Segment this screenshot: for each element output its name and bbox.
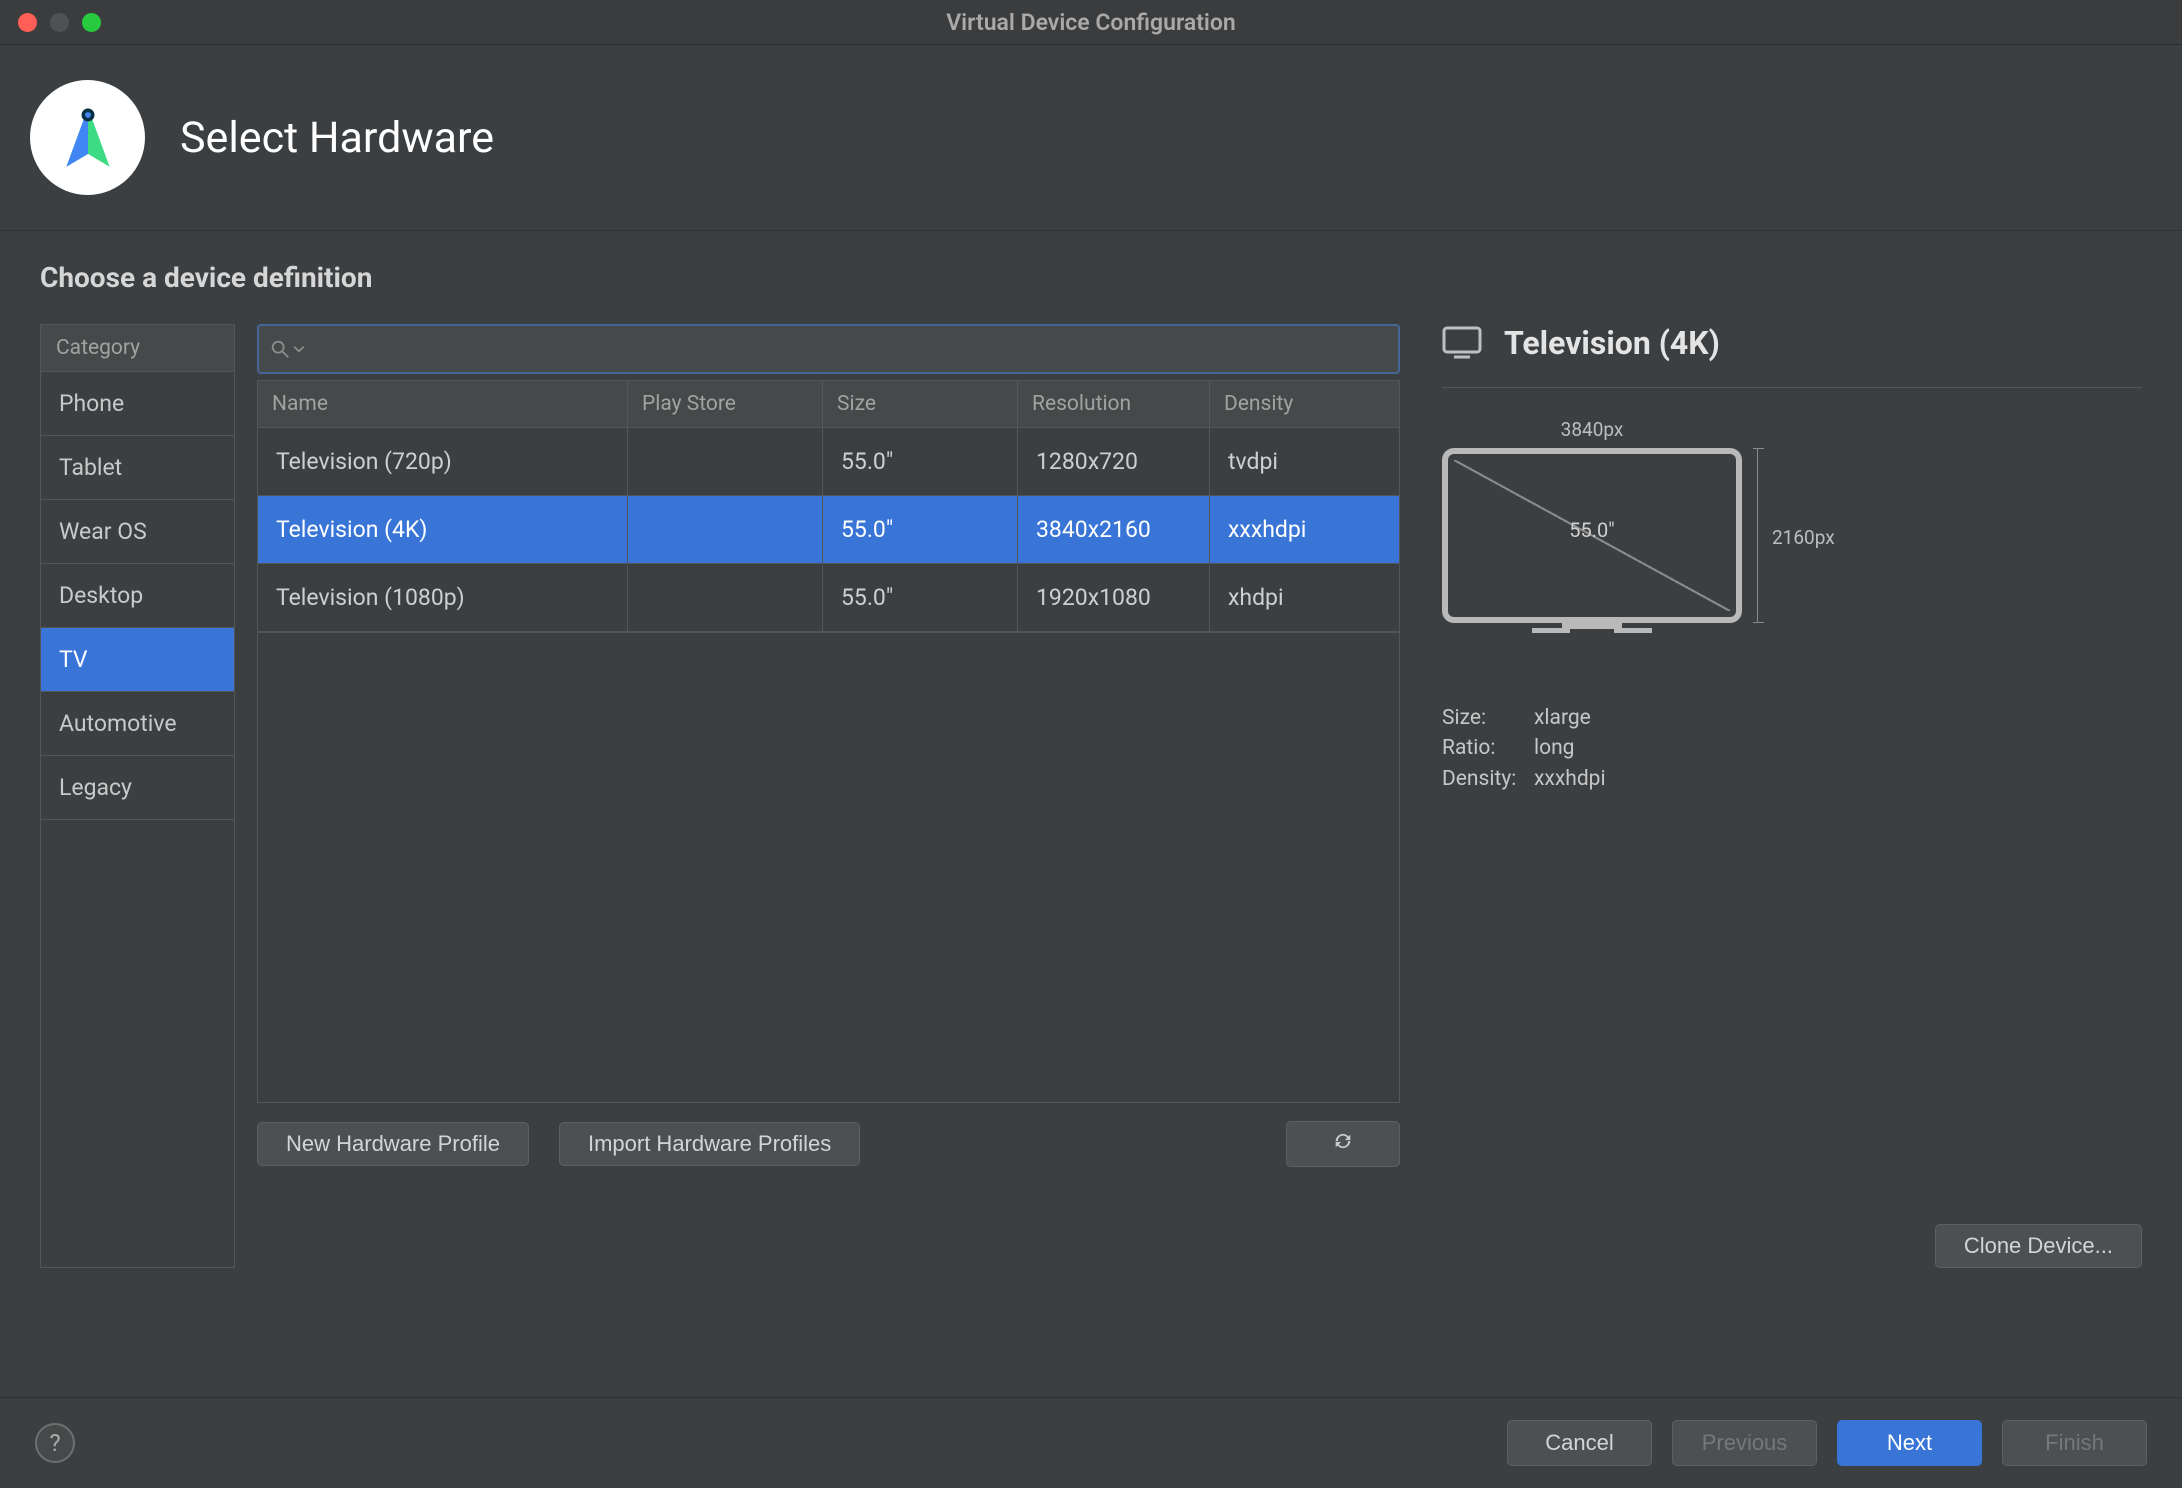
search-input[interactable]	[305, 330, 1388, 368]
cell-name: Television (720p)	[258, 428, 628, 495]
table-empty-area	[257, 633, 1400, 1103]
titlebar: Virtual Device Configuration	[0, 0, 2182, 45]
import-hardware-profiles-button[interactable]: Import Hardware Profiles	[559, 1122, 860, 1166]
detail-title: Television (4K)	[1504, 324, 1720, 362]
cell-size: 55.0"	[823, 496, 1018, 563]
new-hardware-profile-button[interactable]: New Hardware Profile	[257, 1122, 529, 1166]
cell-name: Television (4K)	[258, 496, 628, 563]
diagram-width-label: 3840px	[1442, 418, 1742, 441]
spec-ratio-value: long	[1534, 733, 1574, 763]
refresh-button[interactable]	[1286, 1121, 1400, 1167]
diagram-height-line	[1757, 448, 1758, 623]
compass-icon	[52, 102, 124, 174]
spec-size-label: Size:	[1442, 703, 1534, 733]
cell-resolution: 3840x2160	[1018, 496, 1210, 563]
refresh-icon	[1332, 1130, 1354, 1152]
cell-resolution: 1920x1080	[1018, 564, 1210, 631]
category-item-wear-os[interactable]: Wear OS	[41, 500, 234, 564]
th-name[interactable]: Name	[258, 380, 628, 428]
table-row[interactable]: Television (4K) 55.0" 3840x2160 xxxhdpi	[258, 496, 1399, 564]
search-field[interactable]	[257, 324, 1400, 374]
tv-icon	[1442, 326, 1482, 360]
minimize-window-button	[50, 13, 69, 32]
category-item-automotive[interactable]: Automotive	[41, 692, 234, 756]
help-icon: ?	[49, 1429, 60, 1457]
category-item-tablet[interactable]: Tablet	[41, 436, 234, 500]
spec-ratio-label: Ratio:	[1442, 733, 1534, 763]
cell-play-store	[628, 496, 823, 563]
category-item-tv[interactable]: TV	[41, 628, 234, 692]
th-play-store[interactable]: Play Store	[628, 380, 823, 428]
category-item-legacy[interactable]: Legacy	[41, 756, 234, 820]
help-button[interactable]: ?	[35, 1423, 75, 1463]
table-row[interactable]: Television (720p) 55.0" 1280x720 tvdpi	[258, 428, 1399, 496]
spec-density-value: xxxhdpi	[1534, 764, 1606, 794]
spec-density-label: Density:	[1442, 764, 1534, 794]
device-diagram: 3840px 55.0" 2160px	[1442, 448, 1842, 678]
section-subtitle: Choose a device definition	[40, 261, 2142, 294]
th-size[interactable]: Size	[823, 380, 1018, 428]
device-table: Name Play Store Size Resolution Density …	[257, 380, 1400, 633]
footer: ? Cancel Previous Next Finish	[0, 1397, 2182, 1488]
diagram-height-label: 2160px	[1772, 526, 1835, 549]
next-button[interactable]: Next	[1837, 1420, 1982, 1466]
cell-density: xhdpi	[1210, 564, 1399, 631]
category-list: Category Phone Tablet Wear OS Desktop TV…	[40, 324, 235, 1268]
th-resolution[interactable]: Resolution	[1018, 380, 1210, 428]
chevron-down-icon[interactable]	[293, 343, 305, 355]
category-item-desktop[interactable]: Desktop	[41, 564, 234, 628]
previous-button: Previous	[1672, 1420, 1817, 1466]
th-density[interactable]: Density	[1210, 380, 1399, 428]
category-item-phone[interactable]: Phone	[41, 372, 234, 436]
traffic-lights	[0, 13, 101, 32]
cell-play-store	[628, 428, 823, 495]
cell-density: tvdpi	[1210, 428, 1399, 495]
cell-name: Television (1080p)	[258, 564, 628, 631]
clone-device-button[interactable]: Clone Device...	[1935, 1224, 2142, 1268]
category-header: Category	[41, 325, 234, 372]
cell-resolution: 1280x720	[1018, 428, 1210, 495]
cell-density: xxxhdpi	[1210, 496, 1399, 563]
android-studio-logo	[30, 80, 145, 195]
close-window-button[interactable]	[18, 13, 37, 32]
window-title: Virtual Device Configuration	[946, 9, 1236, 36]
cell-play-store	[628, 564, 823, 631]
finish-button: Finish	[2002, 1420, 2147, 1466]
cell-size: 55.0"	[823, 564, 1018, 631]
detail-specs: Size:xlarge Ratio:long Density:xxxhdpi	[1442, 703, 2142, 794]
page-title: Select Hardware	[180, 113, 494, 163]
spec-size-value: xlarge	[1534, 703, 1591, 733]
table-row[interactable]: Television (1080p) 55.0" 1920x1080 xhdpi	[258, 564, 1399, 632]
header: Select Hardware	[0, 45, 2182, 231]
cancel-button[interactable]: Cancel	[1507, 1420, 1652, 1466]
cell-size: 55.0"	[823, 428, 1018, 495]
diagram-diagonal-label: 55.0"	[1442, 518, 1742, 542]
detail-panel: Television (4K) 3840px 55.0" 2160px Size…	[1422, 324, 2142, 1268]
search-icon	[269, 338, 291, 360]
zoom-window-button[interactable]	[82, 13, 101, 32]
diagram-stand	[1562, 623, 1622, 629]
table-header-row: Name Play Store Size Resolution Density	[258, 380, 1399, 428]
